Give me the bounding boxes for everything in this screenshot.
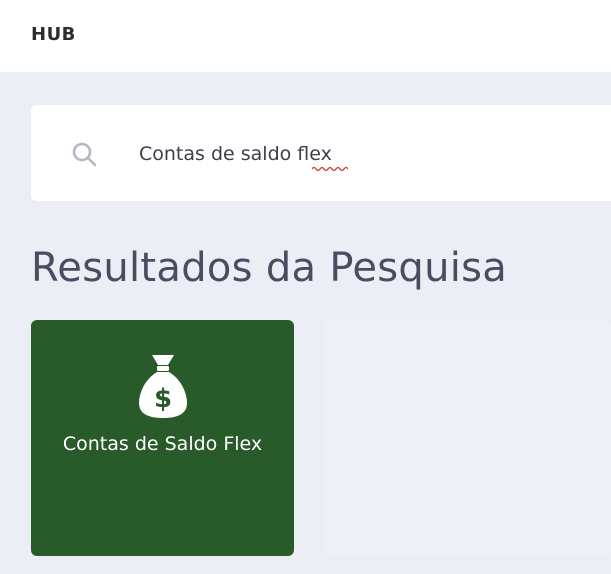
empty-card-slot [322, 320, 611, 556]
search-icon[interactable] [70, 140, 98, 168]
money-bag-icon: $ [139, 355, 187, 418]
search-input[interactable] [139, 139, 599, 169]
results-title: Resultados da Pesquisa [31, 245, 508, 291]
svg-text:$: $ [154, 384, 172, 414]
brand-title[interactable]: HUB [31, 24, 76, 45]
result-card-label: Contas de Saldo Flex [62, 433, 263, 455]
result-card-contas-saldo-flex[interactable]: $ Contas de Saldo Flex [31, 320, 294, 556]
spellcheck-underline [312, 166, 348, 172]
top-bar: HUB [0, 0, 611, 72]
